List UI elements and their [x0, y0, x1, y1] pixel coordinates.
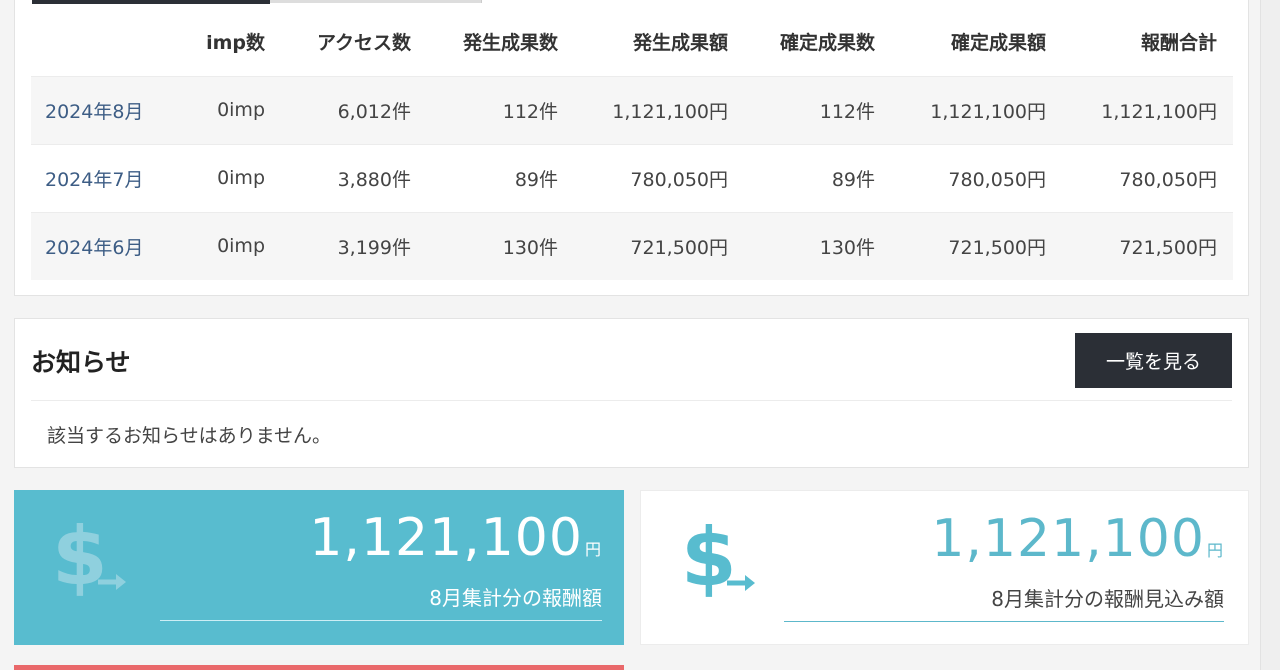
confirmed-reward-card: $ 1,121,100 円 8月集計分の報酬額	[14, 490, 624, 645]
amount-unit: 円	[584, 540, 602, 559]
total-cell: 1,121,100円	[1062, 75, 1233, 144]
card-underline	[784, 621, 1224, 622]
header-total: 報酬合計	[1140, 32, 1217, 55]
header-conf-amount: 確定成果額	[950, 32, 1046, 55]
table-row: 2024年6月 0imp 3,199件 130件 721,500円 130件 7…	[31, 211, 1233, 280]
access-cell: 6,012件	[281, 75, 427, 144]
amount-unit: 円	[1206, 541, 1224, 560]
table-row: 2024年7月 0imp 3,880件 89件 780,050円 89件 780…	[31, 143, 1233, 212]
conf-count-cell: 130件	[744, 211, 891, 280]
imp-cell: 0imp	[189, 75, 281, 144]
imp-cell: 0imp	[189, 211, 281, 280]
svg-text:$: $	[52, 512, 108, 602]
notice-panel: お知らせ 一覧を見る 該当するお知らせはありません。	[14, 318, 1249, 468]
expected-reward-label: 8月集計分の報酬見込み額	[991, 587, 1224, 611]
conf-count-cell: 89件	[744, 143, 891, 212]
header-conf-count: 確定成果数	[779, 32, 875, 55]
inactive-tab-indicator[interactable]	[270, 0, 482, 3]
month-link[interactable]: 2024年7月	[31, 143, 189, 212]
conf-amount-cell: 1,121,100円	[891, 75, 1062, 144]
imp-cell: 0imp	[189, 143, 281, 212]
conf-amount-cell: 721,500円	[891, 211, 1062, 280]
amount-value: 1,121,100	[931, 509, 1205, 569]
gen-count-cell: 89件	[427, 143, 574, 212]
dollar-transfer-icon: $	[681, 513, 755, 603]
total-cell: 721,500円	[1062, 211, 1233, 280]
alert-card-edge	[14, 665, 624, 670]
notice-empty-message: 該当するお知らせはありません。	[47, 425, 332, 447]
conf-count-cell: 112件	[744, 75, 891, 144]
notice-divider	[31, 400, 1232, 401]
header-month	[31, 8, 189, 76]
view-all-button[interactable]: 一覧を見る	[1075, 333, 1232, 388]
expected-reward-amount: 1,121,100 円	[931, 509, 1224, 569]
page-scrollbar[interactable]	[1260, 0, 1280, 670]
report-table-panel: imp数 アクセス数 発生成果数 発生成果額 確定成果数 確定成果額 報酬合計 …	[14, 0, 1249, 296]
confirmed-reward-amount: 1,121,100 円	[309, 508, 602, 568]
card-underline	[160, 620, 602, 621]
header-gen-amount: 発生成果額	[632, 32, 728, 55]
month-link[interactable]: 2024年8月	[31, 75, 189, 144]
active-tab-indicator[interactable]	[32, 0, 270, 4]
table-row: 2024年8月 0imp 6,012件 112件 1,121,100円 112件…	[31, 75, 1233, 144]
notice-title: お知らせ	[31, 348, 131, 377]
svg-text:$: $	[681, 513, 737, 603]
gen-count-cell: 130件	[427, 211, 574, 280]
header-imp: imp数	[206, 32, 265, 55]
confirmed-reward-label: 8月集計分の報酬額	[429, 586, 602, 610]
gen-amount-cell: 780,050円	[574, 143, 744, 212]
conf-amount-cell: 780,050円	[891, 143, 1062, 212]
report-table: imp数 アクセス数 発生成果数 発生成果額 確定成果数 確定成果額 報酬合計 …	[31, 8, 1233, 280]
total-cell: 780,050円	[1062, 143, 1233, 212]
access-cell: 3,199件	[281, 211, 427, 280]
gen-count-cell: 112件	[427, 75, 574, 144]
month-link[interactable]: 2024年6月	[31, 211, 189, 280]
table-header-row: imp数 アクセス数 発生成果数 発生成果額 確定成果数 確定成果額 報酬合計	[31, 8, 1233, 76]
gen-amount-cell: 721,500円	[574, 211, 744, 280]
header-gen-count: 発生成果数	[462, 32, 558, 55]
gen-amount-cell: 1,121,100円	[574, 75, 744, 144]
expected-reward-card: $ 1,121,100 円 8月集計分の報酬見込み額	[640, 490, 1249, 645]
amount-value: 1,121,100	[309, 508, 583, 568]
header-access: アクセス数	[316, 32, 411, 55]
dollar-transfer-icon: $	[52, 512, 126, 602]
access-cell: 3,880件	[281, 143, 427, 212]
